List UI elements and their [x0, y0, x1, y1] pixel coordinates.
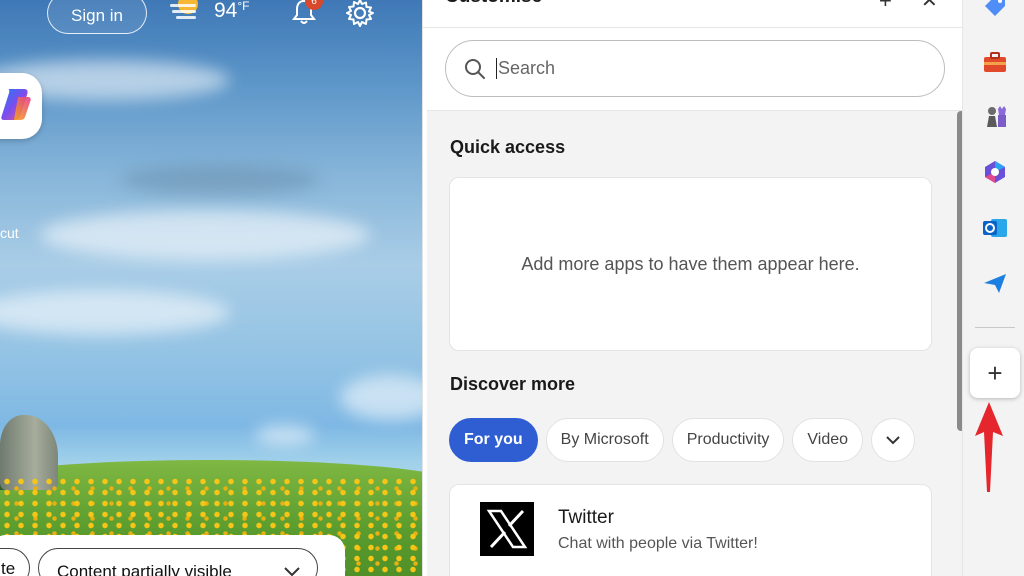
- app-name: Twitter: [558, 507, 614, 528]
- copilot-button[interactable]: [0, 73, 42, 139]
- content-visibility-dropdown[interactable]: Content partially visible: [38, 548, 318, 576]
- cloud: [255, 425, 315, 445]
- chip-by-microsoft[interactable]: By Microsoft: [545, 418, 664, 462]
- outlook-icon[interactable]: [981, 214, 1009, 242]
- panel-scroll-area[interactable]: Quick access Add more apps to have them …: [427, 110, 963, 576]
- cloud: [40, 210, 370, 260]
- sign-in-button[interactable]: Sign in: [47, 0, 147, 34]
- chevron-down-icon: [284, 567, 300, 576]
- microsoft365-icon[interactable]: [981, 158, 1009, 186]
- quick-access-heading: Quick access: [450, 137, 566, 157]
- search-field[interactable]: [445, 40, 945, 97]
- search-icon: [465, 58, 485, 79]
- more-categories-button[interactable]: [871, 418, 916, 462]
- add-icon[interactable]: +: [879, 0, 892, 14]
- customise-panel: Customise + ✕ Quick access Add more apps…: [422, 0, 963, 576]
- temperature-unit: °F: [237, 0, 250, 13]
- ntp-top-bar: Sign in 94°F 6: [0, 0, 422, 34]
- chevron-down-icon: [886, 436, 900, 445]
- quick-access-empty-message: Add more apps to have them appear here.: [521, 254, 860, 274]
- chip-for-you[interactable]: For you: [449, 418, 538, 462]
- red-arrow-annotation: [975, 402, 1003, 492]
- search-input[interactable]: [496, 58, 896, 79]
- sidebar-divider: [975, 327, 1015, 328]
- discover-more-heading: Discover more: [450, 374, 576, 394]
- tag-icon[interactable]: [981, 0, 1009, 20]
- send-icon[interactable]: [981, 269, 1009, 297]
- cloud: [120, 165, 320, 195]
- shortcut-label-fragment[interactable]: cut: [0, 225, 19, 241]
- toolbox-icon[interactable]: [981, 48, 1009, 76]
- app-card-twitter[interactable]: Twitter Chat with people via Twitter!: [449, 484, 932, 576]
- panel-header: Customise + ✕: [423, 0, 963, 28]
- category-chips: For you By Microsoft Productivity Video: [449, 418, 916, 462]
- panel-title: Customise: [445, 0, 542, 8]
- chip-productivity[interactable]: Productivity: [671, 418, 785, 462]
- chess-icon[interactable]: [981, 103, 1009, 131]
- cloud: [0, 290, 230, 335]
- quick-access-card: Add more apps to have them appear here.: [449, 177, 932, 351]
- temperature-readout[interactable]: 94°F: [214, 0, 250, 23]
- app-description: Chat with people via Twitter!: [558, 535, 758, 552]
- close-icon[interactable]: ✕: [921, 0, 938, 13]
- chip-video[interactable]: Video: [792, 418, 864, 462]
- new-tab-page-background: [0, 0, 422, 576]
- x-logo-icon: [480, 502, 534, 556]
- gear-icon[interactable]: [345, 0, 375, 28]
- temperature-value: 94: [214, 0, 238, 22]
- copilot-icon: [1, 89, 31, 120]
- sun-haze-icon[interactable]: [168, 0, 204, 24]
- cloud: [340, 375, 422, 420]
- content-visibility-label: Content partially visible: [57, 562, 232, 576]
- add-app-button[interactable]: +: [970, 348, 1020, 398]
